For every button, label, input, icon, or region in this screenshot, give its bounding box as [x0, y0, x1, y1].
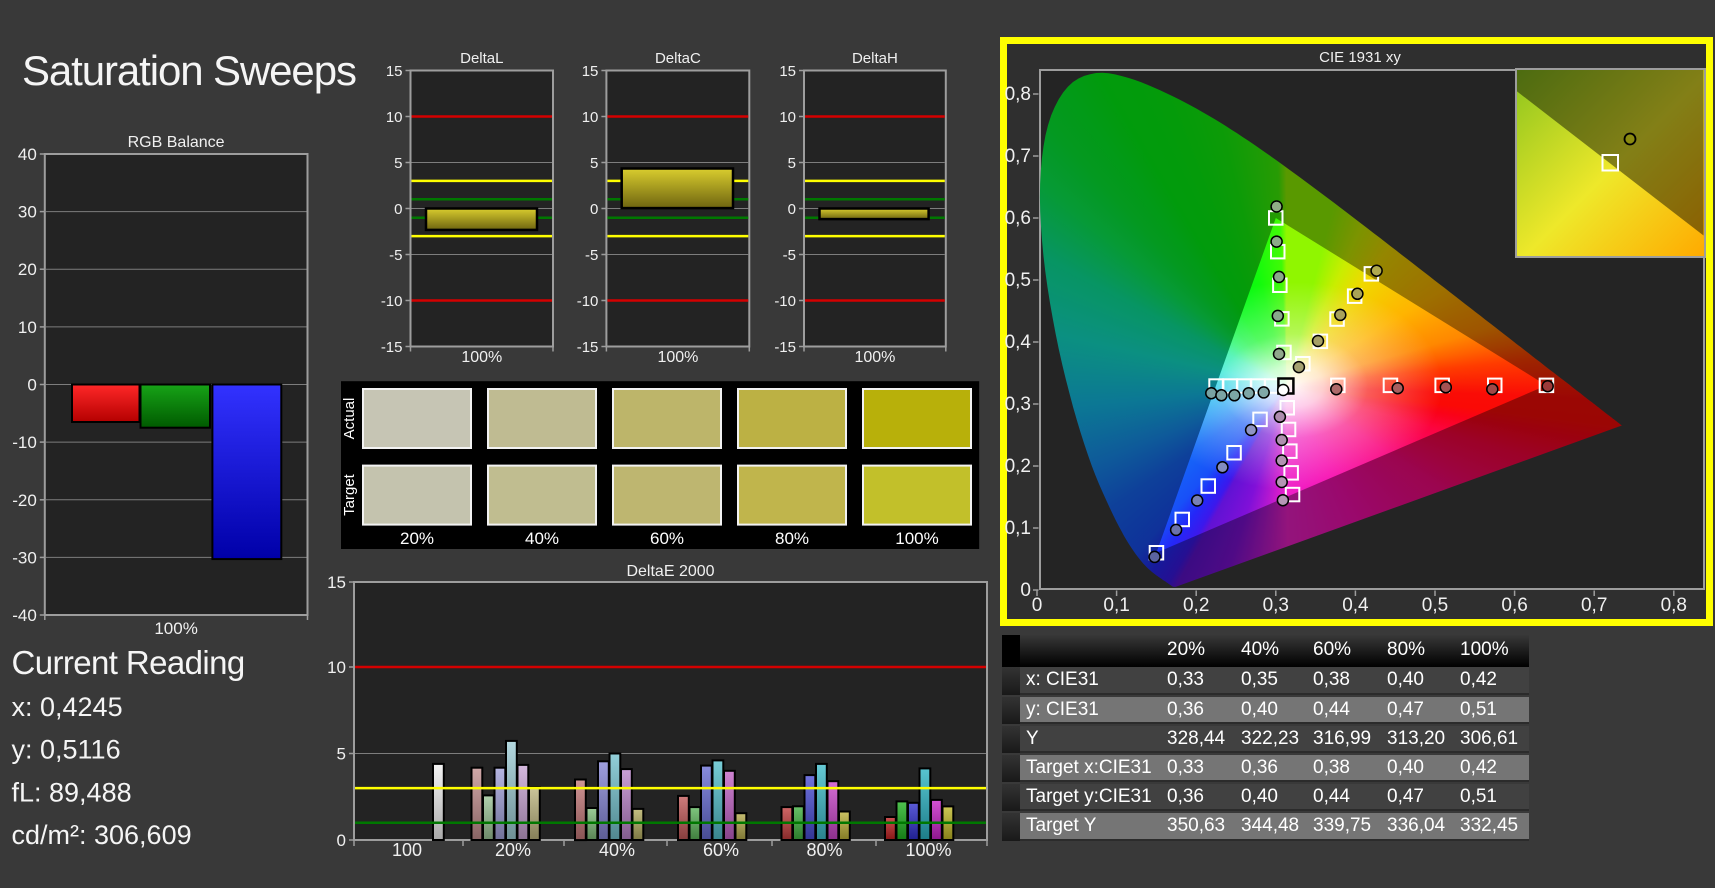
- svg-text:10: 10: [582, 109, 599, 126]
- svg-text:10: 10: [779, 109, 796, 126]
- svg-text:40%: 40%: [599, 840, 635, 860]
- svg-text:0,8: 0,8: [1661, 595, 1687, 616]
- svg-text:-5: -5: [389, 247, 402, 264]
- svg-text:0: 0: [27, 376, 36, 395]
- svg-text:20: 20: [18, 260, 37, 279]
- svg-text:DeltaL: DeltaL: [460, 50, 503, 67]
- svg-text:0,3: 0,3: [1005, 394, 1031, 415]
- svg-text:0: 0: [1020, 580, 1031, 601]
- svg-text:5: 5: [394, 155, 402, 172]
- svg-text:0: 0: [337, 831, 346, 850]
- svg-text:10: 10: [327, 658, 346, 677]
- svg-text:y: 0,5116: y: 0,5116: [12, 735, 121, 765]
- svg-text:0,4: 0,4: [1342, 595, 1369, 616]
- svg-text:20%: 20%: [400, 529, 434, 548]
- svg-text:0: 0: [394, 201, 402, 218]
- svg-text:-10: -10: [577, 293, 599, 310]
- svg-text:DeltaE 2000: DeltaE 2000: [626, 563, 714, 580]
- svg-text:20%: 20%: [495, 840, 531, 860]
- svg-text:-15: -15: [577, 339, 599, 356]
- svg-text:15: 15: [327, 573, 346, 592]
- svg-text:5: 5: [590, 155, 598, 172]
- svg-text:-15: -15: [774, 339, 796, 356]
- svg-text:Actual: Actual: [341, 398, 358, 440]
- svg-text:Saturation Sweeps: Saturation Sweeps: [22, 47, 356, 94]
- svg-text:15: 15: [779, 63, 796, 80]
- svg-text:-10: -10: [774, 293, 796, 310]
- svg-text:100%: 100%: [854, 349, 895, 366]
- svg-text:-15: -15: [381, 339, 403, 356]
- svg-text:80%: 80%: [806, 840, 842, 860]
- svg-text:0,5: 0,5: [1005, 270, 1031, 291]
- svg-text:-20: -20: [12, 491, 37, 510]
- svg-text:80%: 80%: [775, 529, 809, 548]
- svg-text:0,8: 0,8: [1005, 84, 1031, 105]
- svg-text:0,3: 0,3: [1263, 595, 1289, 616]
- svg-text:10: 10: [386, 109, 403, 126]
- svg-text:15: 15: [582, 63, 599, 80]
- svg-text:-10: -10: [12, 433, 37, 452]
- svg-text:0: 0: [1032, 595, 1043, 616]
- svg-text:10: 10: [18, 318, 37, 337]
- svg-text:DeltaC: DeltaC: [655, 50, 701, 67]
- svg-text:100%: 100%: [154, 619, 197, 638]
- svg-text:-40: -40: [12, 606, 37, 625]
- svg-text:60%: 60%: [650, 529, 684, 548]
- svg-text:15: 15: [386, 63, 403, 80]
- svg-text:0,1: 0,1: [1005, 518, 1031, 539]
- svg-text:DeltaH: DeltaH: [852, 50, 898, 67]
- svg-text:-5: -5: [585, 247, 598, 264]
- svg-text:60%: 60%: [703, 840, 739, 860]
- svg-text:30: 30: [18, 203, 37, 222]
- svg-text:-5: -5: [783, 247, 796, 264]
- svg-text:RGB Balance: RGB Balance: [128, 134, 225, 151]
- svg-text:0,6: 0,6: [1005, 208, 1031, 229]
- svg-text:fL: 89,488: fL: 89,488: [12, 778, 132, 808]
- svg-text:100%: 100%: [461, 349, 502, 366]
- svg-text:0,7: 0,7: [1005, 146, 1031, 167]
- svg-text:Current Reading: Current Reading: [12, 644, 245, 681]
- svg-text:0,4: 0,4: [1005, 332, 1032, 353]
- svg-text:5: 5: [788, 155, 796, 172]
- svg-text:CIE 1931 xy: CIE 1931 xy: [1319, 49, 1401, 66]
- svg-text:0,7: 0,7: [1581, 595, 1607, 616]
- svg-text:-30: -30: [12, 548, 37, 567]
- svg-text:5: 5: [337, 745, 346, 764]
- svg-text:100%: 100%: [905, 840, 951, 860]
- svg-text:cd/m²: 306,609: cd/m²: 306,609: [12, 820, 192, 850]
- svg-text:Target: Target: [341, 473, 358, 516]
- svg-text:-10: -10: [381, 293, 403, 310]
- svg-text:0,1: 0,1: [1103, 595, 1129, 616]
- svg-text:100%: 100%: [895, 529, 938, 548]
- svg-text:40%: 40%: [525, 529, 559, 548]
- svg-text:40: 40: [18, 145, 37, 164]
- svg-text:0,2: 0,2: [1183, 595, 1209, 616]
- svg-text:0: 0: [788, 201, 796, 218]
- svg-text:0,6: 0,6: [1501, 595, 1527, 616]
- svg-text:100: 100: [392, 840, 422, 860]
- svg-text:0,5: 0,5: [1422, 595, 1448, 616]
- svg-text:100%: 100%: [657, 349, 698, 366]
- svg-text:0: 0: [590, 201, 598, 218]
- svg-text:x: 0,4245: x: 0,4245: [12, 692, 123, 722]
- svg-text:0,2: 0,2: [1005, 456, 1031, 477]
